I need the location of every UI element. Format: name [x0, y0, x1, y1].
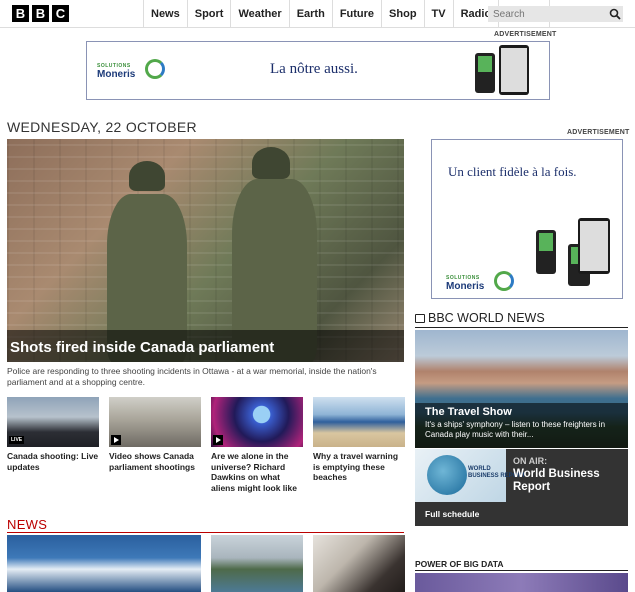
page-date: WEDNESDAY, 22 OCTOBER — [7, 119, 197, 135]
top-navigation-bar: B B C News Sport Weather Earth Future Sh… — [0, 0, 635, 28]
moneris-brand-text: Moneris — [446, 281, 485, 292]
thumb-image-canada-live[interactable]: LIVE — [7, 397, 99, 447]
bbc-logo[interactable]: B B C — [12, 5, 69, 22]
play-icon — [213, 435, 223, 445]
logo-letter-c: C — [52, 5, 69, 22]
advertisement-label: ADVERTISEMENT — [494, 31, 557, 38]
hero-headline[interactable]: Shots fired inside Canada parliament — [10, 339, 274, 356]
advertisement-label: ADVERTISEMENT — [567, 129, 630, 136]
world-news-heading-text: BBC WORLD NEWS — [428, 311, 545, 325]
on-air-label: ON AIR: — [513, 456, 548, 466]
search-icon[interactable] — [609, 8, 621, 20]
moneris-swirl-icon — [494, 271, 514, 291]
thumb-image-aliens[interactable] — [211, 397, 303, 447]
hero-summary: Police are responding to three shooting … — [7, 366, 377, 387]
full-schedule-link[interactable]: Full schedule — [425, 509, 479, 519]
tablet-icon — [499, 45, 529, 95]
news-image-ship[interactable] — [211, 535, 303, 592]
globe-icon — [427, 455, 467, 495]
thumb-image-beaches[interactable] — [313, 397, 405, 447]
big-data-divider — [415, 570, 628, 571]
logo-letter-b1: B — [12, 5, 29, 22]
tablet-icon — [578, 218, 610, 274]
nav-tv[interactable]: TV — [423, 0, 453, 28]
play-icon — [111, 435, 121, 445]
news-divider — [7, 532, 404, 533]
moneris-brand-text: Moneris — [97, 69, 136, 80]
payment-terminal-icon — [536, 230, 556, 274]
nav-shop[interactable]: Shop — [381, 0, 424, 28]
thumb-title-canada-live[interactable]: Canada shooting: Live updates — [7, 451, 99, 472]
side-ad-tagline: Un client fidèle à la fois. — [448, 164, 577, 179]
news-image-hazmat[interactable] — [7, 535, 201, 592]
banner-tagline: La nôtre aussi. — [270, 61, 358, 77]
thumb-image-parliament-video[interactable] — [109, 397, 201, 447]
nav-earth[interactable]: Earth — [288, 0, 332, 28]
nav-future[interactable]: Future — [331, 0, 381, 28]
search-input[interactable] — [488, 6, 623, 22]
travel-show-title[interactable]: The Travel Show — [425, 406, 512, 418]
tv-icon — [415, 313, 425, 323]
nav-sport[interactable]: Sport — [186, 0, 231, 28]
payment-terminal-icon — [475, 53, 495, 93]
big-data-image[interactable] — [415, 573, 628, 592]
logo-letter-b2: B — [32, 5, 49, 22]
moneris-banner-ad[interactable]: SOLUTIONS Moneris La nôtre aussi. — [86, 41, 550, 100]
thumb-title-beaches[interactable]: Why a travel warning is emptying these b… — [313, 451, 405, 483]
helmet-shape — [129, 161, 165, 191]
moneris-logo: SOLUTIONS Moneris — [446, 275, 484, 292]
thumb-title-aliens[interactable]: Are we alone in the universe? Richard Da… — [211, 451, 303, 493]
on-air-programme[interactable]: World Business Report — [513, 468, 623, 494]
moneris-side-ad[interactable]: Un client fidèle à la fois. SOLUTIONS Mo… — [431, 139, 623, 299]
helmet-shape — [252, 147, 290, 179]
big-data-heading[interactable]: POWER OF BIG DATA — [415, 559, 503, 569]
live-badge: LIVE — [9, 436, 25, 444]
news-image-person[interactable] — [313, 535, 405, 592]
moneris-swirl-icon — [145, 59, 165, 79]
world-news-heading[interactable]: BBC WORLD NEWS — [415, 311, 545, 325]
hero-image[interactable] — [7, 139, 404, 362]
moneris-logo: SOLUTIONS Moneris — [97, 63, 135, 80]
nav-news[interactable]: News — [143, 0, 187, 28]
nav-weather[interactable]: Weather — [230, 0, 288, 28]
news-section-heading[interactable]: NEWS — [7, 517, 47, 532]
thumb-title-parliament-video[interactable]: Video shows Canada parliament shootings — [109, 451, 201, 472]
travel-show-description: It's a ships' symphony – listen to these… — [425, 420, 606, 439]
world-news-divider — [415, 327, 628, 328]
